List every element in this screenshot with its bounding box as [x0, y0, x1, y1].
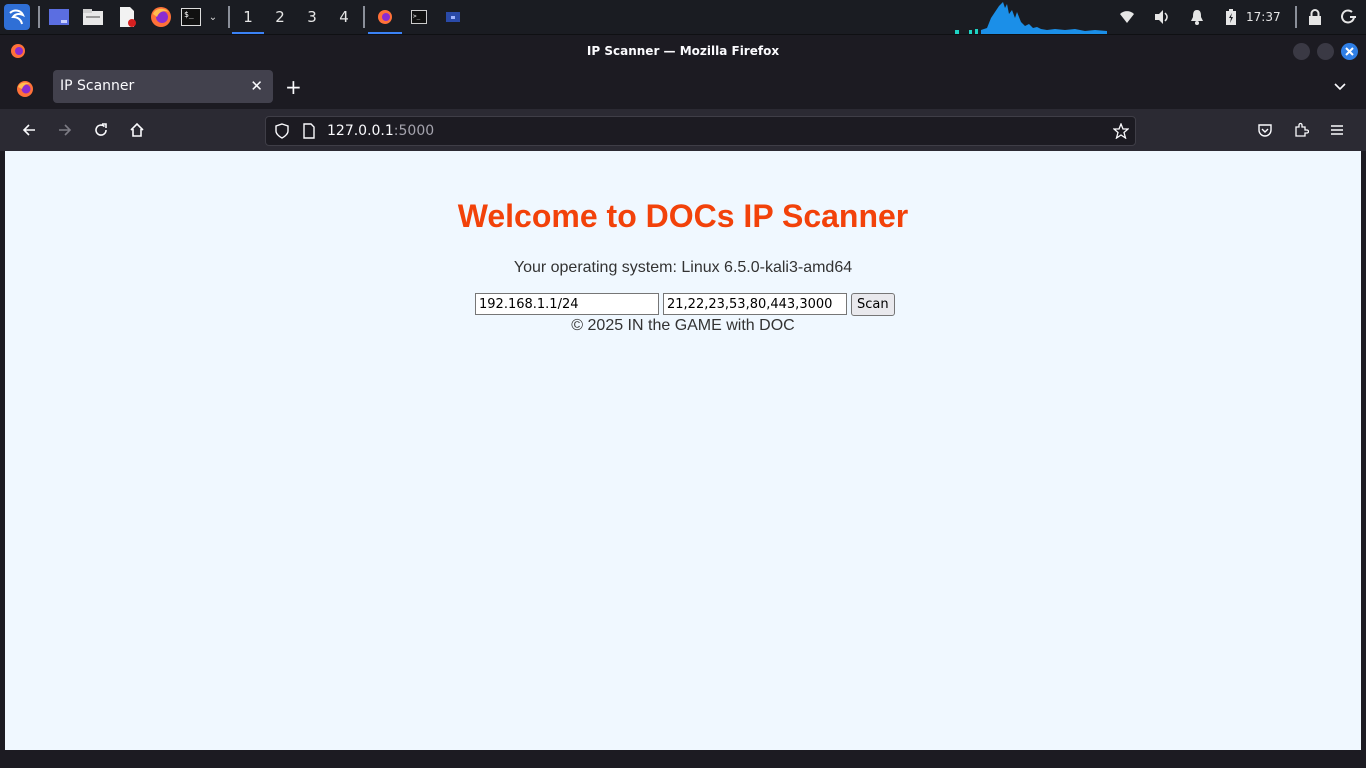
workspace-2[interactable]: 2 — [264, 0, 296, 34]
taskbar-firefox-icon[interactable] — [368, 0, 402, 34]
close-window-button[interactable] — [1341, 43, 1358, 60]
address-bar[interactable]: 127.0.0.1:5000 — [265, 116, 1136, 146]
maximize-button[interactable] — [1317, 43, 1334, 60]
new-tab-icon[interactable]: + — [285, 77, 302, 97]
workspace-1[interactable]: 1 — [232, 0, 264, 34]
tab-title: IP Scanner — [60, 78, 135, 94]
power-icon[interactable] — [1336, 0, 1362, 34]
svg-text:>_: >_ — [413, 13, 421, 20]
panel-separator — [228, 6, 230, 28]
workspace-3[interactable]: 3 — [296, 0, 328, 34]
workspace-4[interactable]: 4 — [328, 0, 360, 34]
panel-separator — [1295, 6, 1297, 28]
desktop-icon[interactable] — [46, 0, 72, 34]
pocket-icon[interactable] — [1249, 114, 1281, 146]
panel-separator — [38, 6, 40, 28]
window-bottom-edge — [0, 750, 1366, 768]
page-title: Welcome to DOCs IP Scanner — [457, 198, 909, 234]
battery-icon[interactable] — [1220, 0, 1242, 34]
bookmark-star-icon[interactable] — [1112, 122, 1130, 143]
page-info-icon[interactable] — [302, 123, 316, 143]
app-menu-icon[interactable] — [1321, 114, 1353, 146]
forward-icon[interactable] — [49, 114, 81, 146]
os-info-text: Your operating system: Linux 6.5.0-kali3… — [513, 259, 853, 276]
top-panel: $_ ⌄ 1 2 3 4 >_ 17:37 — [0, 0, 1366, 34]
volume-icon[interactable] — [1150, 0, 1174, 34]
extensions-icon[interactable] — [1285, 114, 1317, 146]
lock-icon[interactable] — [1303, 0, 1327, 34]
tab-ip-scanner[interactable]: IP Scanner ✕ — [53, 70, 273, 103]
title-bar: IP Scanner — Mozilla Firefox — [0, 35, 1366, 67]
window-title: IP Scanner — Mozilla Firefox — [586, 44, 780, 58]
back-icon[interactable] — [13, 114, 45, 146]
tracking-protection-shield-icon[interactable] — [274, 123, 290, 143]
list-all-tabs-icon[interactable] — [1332, 79, 1348, 99]
firefox-window: IP Scanner — Mozilla Firefox IP Scanner … — [0, 35, 1366, 768]
url-port: :5000 — [393, 123, 435, 139]
wifi-icon[interactable] — [1115, 0, 1139, 34]
ports-input[interactable] — [663, 293, 847, 315]
tab-bar: IP Scanner ✕ + — [0, 67, 1366, 109]
tab-close-icon[interactable]: ✕ — [250, 70, 263, 103]
footer-text: © 2025 IN the GAME with DOC — [571, 317, 795, 334]
panel-separator — [363, 6, 365, 28]
terminal-icon[interactable]: $_ — [180, 0, 202, 34]
scan-button[interactable]: Scan — [851, 293, 895, 316]
file-manager-icon[interactable] — [80, 0, 106, 34]
text-editor-icon[interactable] — [114, 0, 140, 34]
chevron-down-icon[interactable]: ⌄ — [204, 0, 222, 34]
kali-menu-icon[interactable] — [2, 0, 32, 34]
close-icon — [1345, 47, 1354, 56]
navigation-bar: 127.0.0.1:5000 — [0, 109, 1366, 151]
cpu-graph — [955, 2, 1107, 34]
home-icon[interactable] — [121, 114, 153, 146]
url-host: 127.0.0.1 — [327, 123, 394, 139]
firefox-icon[interactable] — [148, 0, 174, 34]
page-content: Welcome to DOCs IP Scanner Your operatin… — [5, 151, 1361, 750]
notification-bell-icon[interactable] — [1185, 0, 1209, 34]
svg-text:$_: $_ — [184, 10, 194, 19]
ip-range-input[interactable] — [475, 293, 659, 315]
reload-icon[interactable] — [85, 114, 117, 146]
minimize-button[interactable] — [1293, 43, 1310, 60]
clock: 17:37 — [1246, 10, 1281, 24]
url-text[interactable]: 127.0.0.1:5000 — [327, 117, 434, 145]
taskbar-terminal-icon[interactable]: >_ — [404, 0, 434, 34]
firefox-view-icon[interactable] — [16, 80, 34, 102]
taskbar-window-icon[interactable] — [438, 0, 468, 34]
